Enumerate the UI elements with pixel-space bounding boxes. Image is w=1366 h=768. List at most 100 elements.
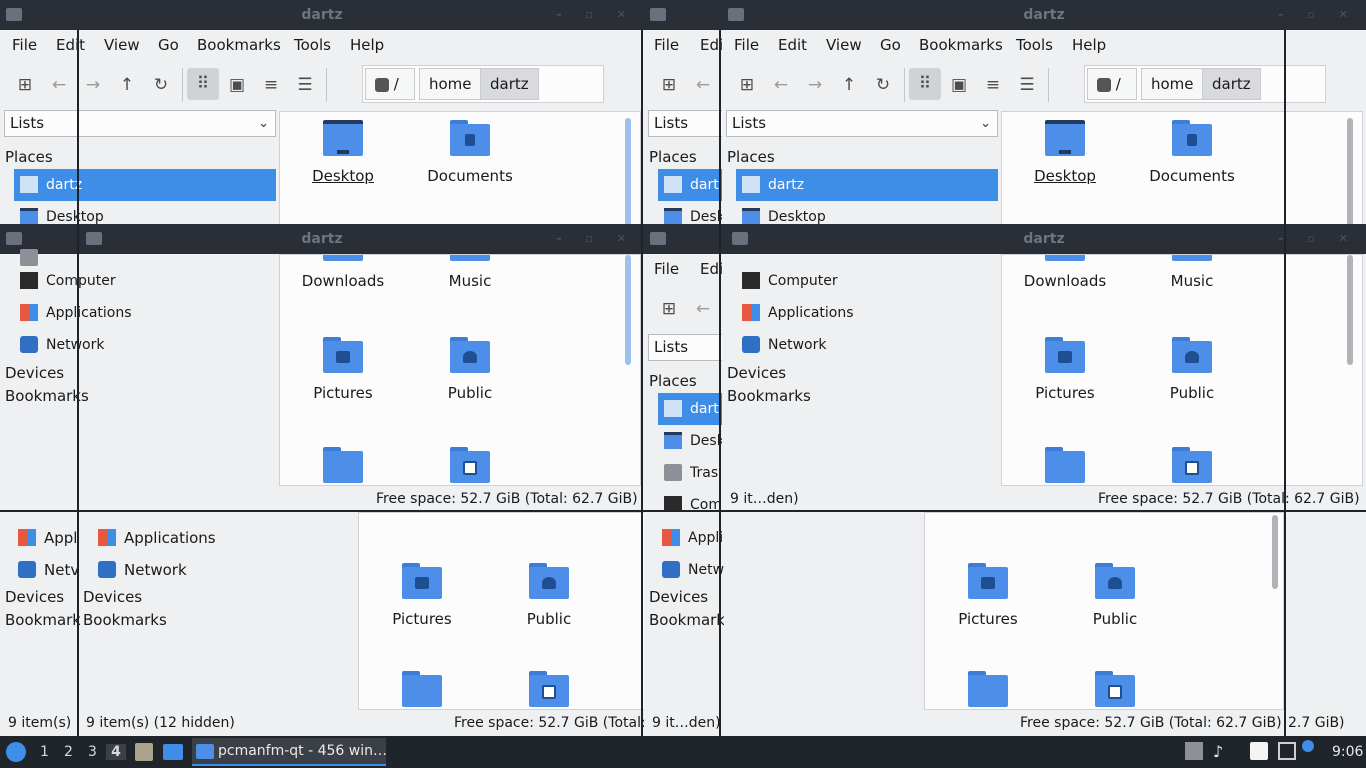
compact-view-icon[interactable]: ≡ bbox=[980, 72, 1006, 98]
bookmarks-heading[interactable]: Bookmark bbox=[5, 611, 81, 629]
window-titlebar[interactable]: dartz – ▫ ✕ bbox=[722, 224, 1366, 254]
sidebar-item-applications[interactable]: Applications bbox=[736, 297, 998, 329]
places-heading[interactable]: Places bbox=[649, 372, 697, 390]
window-controls-icon[interactable]: – ▫ ✕ bbox=[556, 0, 636, 30]
bookmarks-heading[interactable]: Bookmark bbox=[649, 611, 724, 629]
network-status-icon[interactable] bbox=[1278, 742, 1296, 760]
icon-view-icon[interactable]: ⠿ bbox=[187, 68, 219, 100]
sidebar-item-network[interactable]: Network bbox=[736, 329, 998, 361]
window-titlebar[interactable]: dartz – ▫ ✕ bbox=[722, 0, 1366, 30]
folder-downloads[interactable]: Downloads bbox=[1005, 255, 1125, 290]
menu-view[interactable]: View bbox=[826, 36, 862, 54]
sidebar-item-desktop[interactable]: Desktop bbox=[14, 201, 276, 224]
folder-public[interactable]: Public bbox=[410, 337, 530, 402]
menu-edit[interactable]: Edi bbox=[700, 36, 723, 54]
menu-help[interactable]: Help bbox=[350, 36, 384, 54]
back-arrow-icon[interactable]: ← bbox=[768, 72, 794, 98]
sidebar-item-network[interactable]: Network bbox=[656, 554, 724, 586]
devices-heading[interactable]: Devices bbox=[727, 364, 786, 382]
folder-pictures[interactable]: Pictures bbox=[1005, 337, 1125, 402]
devices-heading[interactable]: Devices bbox=[83, 588, 142, 606]
show-desktop-icon[interactable] bbox=[163, 744, 183, 760]
notification-icon[interactable] bbox=[1302, 740, 1314, 752]
sidebar-item-home[interactable]: dartz bbox=[14, 169, 276, 201]
menu-edit[interactable]: Edit bbox=[778, 36, 807, 54]
sidebar-item-applications[interactable]: Applications bbox=[92, 522, 356, 554]
sidebar-item-home[interactable]: dartz bbox=[736, 169, 998, 201]
side-pane-selector[interactable]: Lists bbox=[648, 334, 724, 361]
side-pane-selector[interactable]: Lists ⌄ bbox=[4, 110, 276, 137]
side-pane-selector[interactable]: Lists ⌄ bbox=[726, 110, 998, 137]
window-controls-icon[interactable]: – ▫ ✕ bbox=[556, 224, 636, 254]
thumbnail-view-icon[interactable]: ▣ bbox=[224, 72, 250, 98]
folder-view[interactable]: Pictures Public bbox=[924, 512, 1284, 710]
menu-file[interactable]: File bbox=[734, 36, 759, 54]
sidebar-item-computer[interactable]: Computer bbox=[14, 265, 276, 297]
new-tab-icon[interactable]: ⊞ bbox=[656, 72, 682, 98]
taskbar-task-pcmanfm[interactable]: pcmanfm-qt - 456 win… bbox=[192, 738, 387, 766]
sidebar-item-desktop[interactable]: Desk bbox=[658, 201, 724, 224]
clipboard-icon[interactable] bbox=[1250, 742, 1268, 760]
new-tab-icon[interactable]: ⊞ bbox=[12, 72, 38, 98]
devices-heading[interactable]: Devices bbox=[649, 588, 708, 606]
workspace-2[interactable]: 2 bbox=[64, 744, 73, 760]
file-manager-launcher-icon[interactable] bbox=[135, 743, 153, 761]
window-controls-icon[interactable]: – ▫ ✕ bbox=[1278, 0, 1358, 30]
places-heading[interactable]: Places bbox=[727, 148, 775, 166]
scrollbar[interactable] bbox=[625, 118, 631, 224]
folder-videos[interactable] bbox=[1055, 671, 1175, 707]
folder-templates[interactable] bbox=[1005, 447, 1125, 483]
folder-public[interactable]: Public bbox=[1132, 337, 1252, 402]
folder-documents[interactable]: Documents bbox=[1132, 120, 1252, 185]
folder-downloads[interactable]: Downloads bbox=[283, 255, 403, 290]
scrollbar[interactable] bbox=[1347, 118, 1353, 224]
folder-videos[interactable] bbox=[489, 671, 609, 707]
sidebar-item-desktop[interactable]: Desktop bbox=[736, 201, 998, 224]
menu-bookmarks[interactable]: Bookmarks bbox=[197, 36, 281, 54]
sidebar-item-trash[interactable]: Tras bbox=[658, 457, 724, 489]
reload-icon[interactable]: ↻ bbox=[870, 72, 896, 98]
sidebar-item-computer[interactable]: Computer bbox=[736, 265, 998, 297]
folder-public[interactable]: Public bbox=[1055, 563, 1175, 628]
sidebar-item-computer[interactable]: Com bbox=[658, 489, 724, 512]
menu-help[interactable]: Help bbox=[1072, 36, 1106, 54]
places-heading[interactable]: Places bbox=[649, 148, 697, 166]
workspace-4[interactable]: 4 bbox=[106, 744, 126, 760]
bookmarks-heading[interactable]: Bookmarks bbox=[727, 387, 811, 405]
back-arrow-icon[interactable]: ← bbox=[690, 296, 716, 322]
volume-icon[interactable]: ♪ bbox=[1213, 742, 1231, 761]
new-tab-icon[interactable]: ⊞ bbox=[734, 72, 760, 98]
breadcrumb-root[interactable]: / bbox=[1087, 68, 1137, 100]
sidebar-item-applications[interactable]: Appl bbox=[12, 522, 78, 554]
folder-public[interactable]: Public bbox=[489, 563, 609, 628]
sidebar-item-network[interactable]: Netv bbox=[12, 554, 79, 586]
window-titlebar[interactable] bbox=[644, 224, 724, 254]
menu-view[interactable]: View bbox=[104, 36, 140, 54]
sidebar-item-home[interactable]: dart bbox=[658, 393, 724, 425]
devices-heading[interactable]: Devices bbox=[5, 364, 64, 382]
side-pane-selector[interactable]: Lists bbox=[648, 110, 724, 137]
menu-file[interactable]: File bbox=[654, 260, 679, 278]
workspace-3[interactable]: 3 bbox=[88, 744, 97, 760]
scrollbar[interactable] bbox=[625, 255, 631, 365]
folder-templates[interactable] bbox=[283, 447, 403, 483]
back-arrow-icon[interactable]: ← bbox=[46, 72, 72, 98]
reload-icon[interactable]: ↻ bbox=[148, 72, 174, 98]
folder-view[interactable]: Desktop Documents bbox=[1001, 111, 1363, 224]
forward-arrow-icon[interactable]: → bbox=[80, 72, 106, 98]
breadcrumb-dartz[interactable]: dartz bbox=[480, 68, 539, 100]
menu-edit[interactable]: Edit bbox=[56, 36, 85, 54]
folder-view[interactable]: Downloads Music Pictures Public bbox=[279, 254, 641, 486]
icon-view-icon[interactable]: ⠿ bbox=[909, 68, 941, 100]
up-arrow-icon[interactable]: ↑ bbox=[836, 72, 862, 98]
window-titlebar[interactable] bbox=[644, 0, 724, 30]
folder-pictures[interactable]: Pictures bbox=[283, 337, 403, 402]
scrollbar[interactable] bbox=[1347, 255, 1353, 365]
detailed-list-view-icon[interactable]: ☰ bbox=[1014, 72, 1040, 98]
sidebar-item-network[interactable]: Network bbox=[92, 554, 356, 586]
start-menu-icon[interactable] bbox=[6, 742, 26, 762]
folder-pictures[interactable]: Pictures bbox=[928, 563, 1048, 628]
breadcrumb-root[interactable]: / bbox=[365, 68, 415, 100]
menu-bookmarks[interactable]: Bookmarks bbox=[919, 36, 1003, 54]
devices-heading[interactable]: Devices bbox=[5, 588, 64, 606]
